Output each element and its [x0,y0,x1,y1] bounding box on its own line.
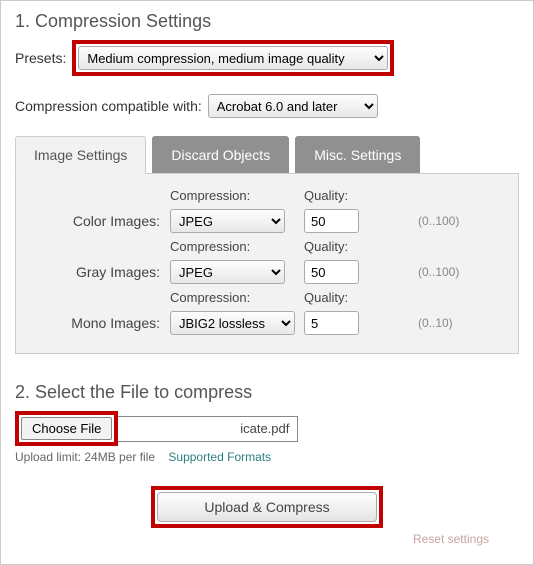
compat-select[interactable]: Acrobat 6.0 and later [208,94,378,118]
quality-header: Quality: [304,188,414,203]
gray-images-label: Gray Images: [26,264,166,280]
color-range: (0..100) [418,214,508,228]
compression-form: 1. Compression Settings Presets: Medium … [0,0,534,565]
section1-title: 1. Compression Settings [15,11,519,32]
tabs: Image Settings Discard Objects Misc. Set… [15,136,519,174]
upload-highlight: Upload & Compress [151,486,383,528]
tab-image-settings[interactable]: Image Settings [15,136,146,174]
tab-misc-settings[interactable]: Misc. Settings [295,136,420,174]
gray-quality-input[interactable] [304,260,359,284]
choose-file-button[interactable]: Choose File [21,417,112,440]
supported-formats-link[interactable]: Supported Formats [168,450,271,464]
gray-compression-select[interactable]: JPEG [170,260,285,284]
presets-row: Presets: Medium compression, medium imag… [15,40,519,76]
tab-panel-image: Compression: Quality: Color Images: JPEG… [15,173,519,354]
compression-header: Compression: [170,188,300,203]
presets-label: Presets: [15,50,66,66]
reset-settings-link[interactable]: Reset settings [15,532,519,546]
image-settings-grid: Compression: Quality: Color Images: JPEG… [26,188,508,335]
mono-compression-select[interactable]: JBIG2 lossless [170,311,295,335]
presets-select[interactable]: Medium compression, medium image quality [78,46,388,70]
upload-meta: Upload limit: 24MB per file Supported Fo… [15,450,519,464]
file-name-display: icate.pdf [118,416,298,442]
choose-file-highlight: Choose File [15,411,118,446]
compat-row: Compression compatible with: Acrobat 6.0… [15,94,519,118]
file-row: Choose File icate.pdf [15,411,519,446]
upload-compress-button[interactable]: Upload & Compress [157,492,377,522]
color-images-label: Color Images: [26,213,166,229]
presets-highlight: Medium compression, medium image quality [72,40,394,76]
color-compression-select[interactable]: JPEG [170,209,285,233]
mono-range: (0..10) [418,316,508,330]
mono-quality-input[interactable] [304,311,359,335]
section2-title: 2. Select the File to compress [15,382,519,403]
upload-limit: Upload limit: 24MB per file [15,450,155,464]
upload-row: Upload & Compress Reset settings [15,486,519,546]
tab-discard-objects[interactable]: Discard Objects [152,136,289,174]
color-quality-input[interactable] [304,209,359,233]
mono-images-label: Mono Images: [26,315,166,331]
gray-range: (0..100) [418,265,508,279]
compat-label: Compression compatible with: [15,98,202,114]
